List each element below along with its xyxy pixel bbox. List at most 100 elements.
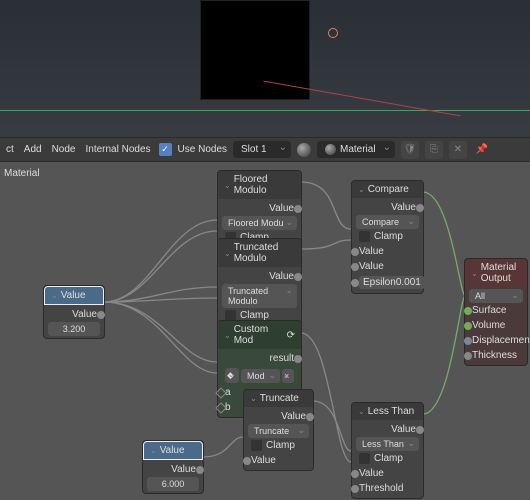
operation-dropdown[interactable]: Compare xyxy=(356,215,419,229)
node-editor-header: ct Add Node Internal Nodes ✓ Use Nodes S… xyxy=(0,137,530,162)
socket-label: Value xyxy=(251,455,276,466)
clamp-label: Clamp xyxy=(374,453,403,464)
node-title: Truncate xyxy=(260,393,299,404)
sphere-icon xyxy=(325,144,336,155)
socket-label: Value xyxy=(281,411,306,422)
socket-label: Volume xyxy=(472,320,505,331)
output-socket[interactable] xyxy=(306,413,314,421)
chevron-down-icon: ⌄ xyxy=(358,185,365,194)
socket-label: Value xyxy=(269,271,294,282)
menu-add[interactable]: Add xyxy=(22,140,44,159)
socket-label: Value xyxy=(72,309,97,320)
target-dropdown[interactable]: All xyxy=(469,289,523,303)
chevron-down-icon: ⌄ xyxy=(471,269,478,278)
socket-label: Thickness xyxy=(472,350,517,361)
node-value-2[interactable]: ⌄Value Value 6.000 xyxy=(142,440,204,494)
fake-user-button[interactable]: 🛡 xyxy=(401,141,419,159)
unlink-icon[interactable]: × xyxy=(282,369,294,383)
operation-dropdown[interactable]: Truncated Modulo xyxy=(222,284,297,308)
material-label: Material xyxy=(4,168,40,179)
node-editor-canvas[interactable]: Material ⌄Value Value 3.200 ⌄Floored Mod… xyxy=(0,162,530,500)
chevron-down-icon: ⌄ xyxy=(224,181,231,190)
output-socket[interactable] xyxy=(97,311,105,319)
node-group-icon[interactable]: ⟳ xyxy=(287,330,295,341)
socket-label: Value xyxy=(269,203,294,214)
socket-label: Value xyxy=(359,246,384,257)
chevron-down-icon: ⌄ xyxy=(150,446,157,455)
input-socket[interactable] xyxy=(351,248,359,256)
duplicate-button[interactable]: ⎘ xyxy=(425,141,443,159)
output-socket[interactable] xyxy=(294,355,302,363)
input-socket[interactable] xyxy=(351,263,359,271)
thickness-socket[interactable] xyxy=(464,352,472,360)
socket-label: Threshold xyxy=(359,483,403,494)
unlink-button[interactable]: ✕ xyxy=(449,141,467,159)
displacement-socket[interactable] xyxy=(464,337,472,345)
node-title: Compare xyxy=(368,184,409,195)
socket-label: Value xyxy=(391,202,416,213)
node-title: Value xyxy=(160,445,185,456)
socket-label: Value xyxy=(171,464,196,475)
epsilon-value[interactable]: 0.001 xyxy=(396,277,421,288)
output-socket[interactable] xyxy=(294,273,302,281)
socket-label: Value xyxy=(359,261,384,272)
node-title: Value xyxy=(61,290,86,301)
chevron-down-icon: ⌄ xyxy=(250,394,257,403)
input-socket[interactable] xyxy=(351,485,359,493)
grid-line-y xyxy=(0,110,530,111)
value-field[interactable]: 3.200 xyxy=(48,322,100,336)
operation-dropdown[interactable]: Truncate xyxy=(248,424,309,438)
socket-label: Value xyxy=(391,424,416,435)
chevron-down-icon: ⌄ xyxy=(224,249,231,258)
node-material-output[interactable]: ⌄Material Output All Surface Volume Disp… xyxy=(464,258,528,366)
input-socket[interactable] xyxy=(351,470,359,478)
material-dropdown[interactable]: Material xyxy=(317,141,395,158)
socket-label: Value xyxy=(359,468,384,479)
node-title: Material Output xyxy=(481,262,521,284)
use-nodes-label: Use Nodes xyxy=(178,144,227,155)
clamp-checkbox[interactable] xyxy=(251,440,262,451)
slot-dropdown[interactable]: Slot 1 xyxy=(233,141,291,158)
output-socket[interactable] xyxy=(196,466,204,474)
chevron-down-icon: ⌄ xyxy=(224,331,231,340)
clamp-checkbox[interactable] xyxy=(359,453,370,464)
surface-socket[interactable] xyxy=(464,307,472,315)
menu-internal-nodes[interactable]: Internal Nodes xyxy=(83,140,152,159)
clamp-label: Clamp xyxy=(266,440,295,451)
socket-label: Displacement xyxy=(472,335,530,346)
menu-node[interactable]: Node xyxy=(50,140,78,159)
chevron-down-icon: ⌄ xyxy=(358,407,365,416)
group-icon[interactable]: ◆ xyxy=(225,368,239,383)
node-title: Custom Mod xyxy=(234,324,284,346)
input-socket[interactable] xyxy=(243,457,251,465)
node-title: Truncated Modulo xyxy=(234,242,295,264)
operation-dropdown[interactable]: Floored Modu xyxy=(222,216,297,230)
value-field[interactable]: 6.000 xyxy=(147,477,199,491)
socket-label: result xyxy=(270,353,294,364)
chevron-down-icon: ⌄ xyxy=(51,291,58,300)
material-name: Material xyxy=(340,144,376,155)
clamp-label: Clamp xyxy=(374,231,403,242)
node-less-than[interactable]: ⌄Less Than Value Less Than Clamp Value T… xyxy=(351,402,424,499)
pivot-icon xyxy=(328,28,338,38)
epsilon-label: Epsilon xyxy=(363,277,396,288)
input-socket[interactable] xyxy=(351,279,359,287)
node-title: Less Than xyxy=(368,406,415,417)
operation-dropdown[interactable]: Less Than xyxy=(356,437,419,451)
output-socket[interactable] xyxy=(294,205,302,213)
clamp-checkbox[interactable] xyxy=(359,231,370,242)
viewport-3d[interactable] xyxy=(0,0,530,137)
node-truncate[interactable]: ⌄Truncate Value Truncate Clamp Value xyxy=(243,389,314,471)
group-dropdown[interactable]: Mod xyxy=(241,369,280,383)
output-socket[interactable] xyxy=(416,426,424,434)
volume-socket[interactable] xyxy=(464,322,472,330)
socket-label: Surface xyxy=(472,305,506,316)
material-preview-icon xyxy=(297,143,311,157)
use-nodes-checkbox[interactable]: ✓ xyxy=(159,143,172,156)
node-title: Floored Modulo xyxy=(234,174,295,196)
node-value-1[interactable]: ⌄Value Value 3.200 xyxy=(43,285,105,339)
node-compare[interactable]: ⌄Compare Value Compare Clamp Value Value… xyxy=(351,180,424,294)
output-socket[interactable] xyxy=(416,204,424,212)
pin-button[interactable]: 📌 xyxy=(473,141,491,159)
menu-select[interactable]: ct xyxy=(4,140,16,159)
